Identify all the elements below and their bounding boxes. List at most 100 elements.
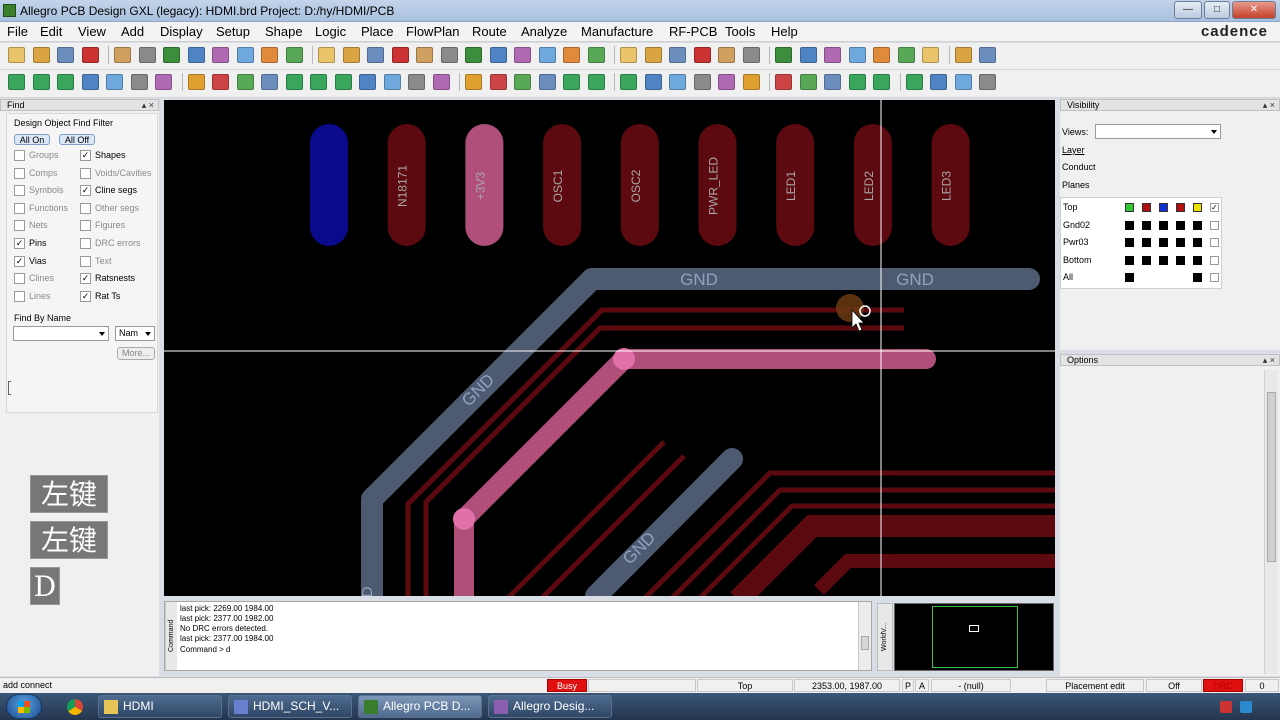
toolbar-tool-icon[interactable] (130, 74, 148, 90)
toolbar-tool-icon[interactable] (979, 74, 996, 90)
find-filter-checkbox[interactable]: ✓ (80, 185, 91, 197)
visibility-toggle[interactable] (1176, 203, 1185, 212)
visibility-toggle[interactable] (1159, 255, 1168, 265)
toolbar-tool-icon[interactable] (236, 74, 254, 90)
menu-display[interactable]: Display (160, 24, 203, 39)
menu-place[interactable]: Place (361, 24, 394, 39)
status-a-button[interactable]: A (915, 679, 929, 692)
find-filter-checkbox[interactable]: ✓ (80, 150, 91, 161)
toolbar-tool-icon[interactable] (212, 47, 229, 63)
console-command-line[interactable]: Command > d (180, 645, 230, 654)
toolbar-tool-icon[interactable] (465, 74, 482, 90)
all-on-button[interactable]: All On (14, 134, 50, 145)
toolbar-tool-icon[interactable] (236, 47, 254, 63)
toolbar-tool-icon[interactable] (163, 47, 180, 63)
menu-route[interactable]: Route (472, 24, 507, 39)
toolbar-tool-icon[interactable] (408, 74, 425, 90)
options-pin-close-icons[interactable]: ▴ × (1263, 355, 1275, 366)
console-scroll-thumb[interactable] (861, 636, 869, 650)
menu-flowplan[interactable]: FlowPlan (406, 24, 459, 39)
menu-logic[interactable]: Logic (315, 24, 346, 39)
tray-icon[interactable] (1240, 701, 1252, 713)
toolbar-tool-icon[interactable] (359, 74, 376, 90)
menu-shape[interactable]: Shape (265, 24, 303, 39)
toolbar-tool-icon[interactable] (742, 47, 760, 63)
maximize-button[interactable]: □ (1204, 1, 1230, 19)
visibility-toggle[interactable] (1176, 220, 1185, 230)
menu-tools[interactable]: Tools (725, 24, 755, 39)
toolbar-tool-icon[interactable] (873, 47, 890, 63)
visibility-toggle[interactable] (1142, 203, 1151, 212)
toolbar-tool-icon[interactable] (930, 74, 947, 90)
toolbar-tool-icon[interactable] (954, 74, 972, 90)
toolbar-tool-icon[interactable] (416, 47, 433, 63)
find-filter-checkbox[interactable] (14, 185, 25, 197)
toolbar-tool-icon[interactable] (905, 74, 923, 90)
visibility-toggle[interactable] (1125, 203, 1134, 212)
toolbar-tool-icon[interactable] (310, 74, 327, 90)
splitter-handle[interactable] (8, 381, 11, 395)
toolbar-tool-icon[interactable] (922, 47, 939, 63)
find-filter-checkbox[interactable] (80, 202, 91, 214)
command-console[interactable]: Command last pick: 2269.00 1984.00 last … (164, 601, 872, 671)
toolbar-tool-icon[interactable] (106, 74, 123, 90)
toolbar-tool-icon[interactable] (432, 74, 450, 90)
toolbar-tool-icon[interactable] (824, 47, 841, 63)
visibility-pin-close-icons[interactable]: ▴ × (1263, 100, 1275, 111)
find-filter-checkbox[interactable] (14, 220, 25, 232)
toolbar-tool-icon[interactable] (848, 47, 866, 63)
visibility-toggle[interactable] (1142, 220, 1151, 230)
status-drc[interactable]: DRC (1203, 679, 1243, 692)
toolbar-tool-icon[interactable] (8, 47, 25, 63)
visibility-toggle[interactable] (1193, 220, 1202, 230)
toolbar-tool-icon[interactable] (979, 47, 996, 63)
visibility-toggle[interactable] (1159, 220, 1168, 230)
chrome-icon[interactable] (67, 699, 83, 715)
menu-edit[interactable]: Edit (40, 24, 62, 39)
toolbar-tool-icon[interactable] (334, 74, 352, 90)
visibility-toggle[interactable] (1193, 273, 1202, 282)
pcb-canvas[interactable]: GND GND GND GND D N18171 +3V3 OSC1 OSC2 PWR_… (164, 100, 1055, 596)
pin-close-icons[interactable]: ▴ × (142, 100, 154, 111)
toolbar-tool-icon[interactable] (897, 47, 915, 63)
find-by-name-select[interactable] (13, 326, 109, 341)
visibility-toggle[interactable] (1210, 238, 1219, 247)
visibility-toggle[interactable] (1193, 238, 1202, 247)
visibility-toggle[interactable] (1159, 203, 1168, 212)
world-view[interactable] (894, 603, 1054, 671)
find-filter-checkbox[interactable]: ✓ (14, 238, 25, 249)
toolbar-tool-icon[interactable] (32, 74, 50, 90)
toolbar-tool-icon[interactable] (718, 47, 735, 63)
visibility-toggle[interactable] (1125, 255, 1134, 265)
toolbar-tool-icon[interactable] (383, 74, 401, 90)
find-filter-checkbox[interactable]: ✓ (80, 290, 91, 302)
find-filter-checkbox[interactable] (80, 238, 91, 249)
taskbar-item-hdmi[interactable]: HDMI (98, 695, 222, 718)
toolbar-tool-icon[interactable] (669, 74, 686, 90)
toolbar-tool-icon[interactable] (954, 47, 972, 63)
find-filter-checkbox[interactable] (14, 202, 25, 214)
toolbar-tool-icon[interactable] (669, 47, 686, 63)
toolbar-tool-icon[interactable] (620, 74, 637, 90)
start-button[interactable] (6, 694, 42, 719)
toolbar-tool-icon[interactable] (718, 74, 735, 90)
visibility-toggle[interactable]: ✓ (1210, 203, 1219, 212)
visibility-toggle[interactable] (1125, 273, 1134, 282)
views-select[interactable] (1095, 124, 1221, 139)
toolbar-tool-icon[interactable] (81, 47, 99, 63)
toolbar-tool-icon[interactable] (187, 74, 205, 90)
menu-setup[interactable]: Setup (216, 24, 250, 39)
toolbar-tool-icon[interactable] (563, 47, 580, 63)
toolbar-tool-icon[interactable] (873, 74, 890, 90)
toolbar-tool-icon[interactable] (693, 74, 711, 90)
options-scroll-thumb[interactable] (1267, 392, 1276, 562)
visibility-toggle[interactable] (1176, 255, 1185, 265)
toolbar-tool-icon[interactable] (489, 74, 507, 90)
toolbar-tool-icon[interactable] (514, 47, 531, 63)
toolbar-tool-icon[interactable] (285, 47, 303, 63)
toolbar-tool-icon[interactable] (342, 47, 360, 63)
taskbar-item-allegro-pcb[interactable]: Allegro PCB D... (358, 695, 482, 718)
visibility-toggle[interactable] (1193, 255, 1202, 265)
menu-add[interactable]: Add (121, 24, 144, 39)
world-view-viewport[interactable] (969, 625, 979, 632)
